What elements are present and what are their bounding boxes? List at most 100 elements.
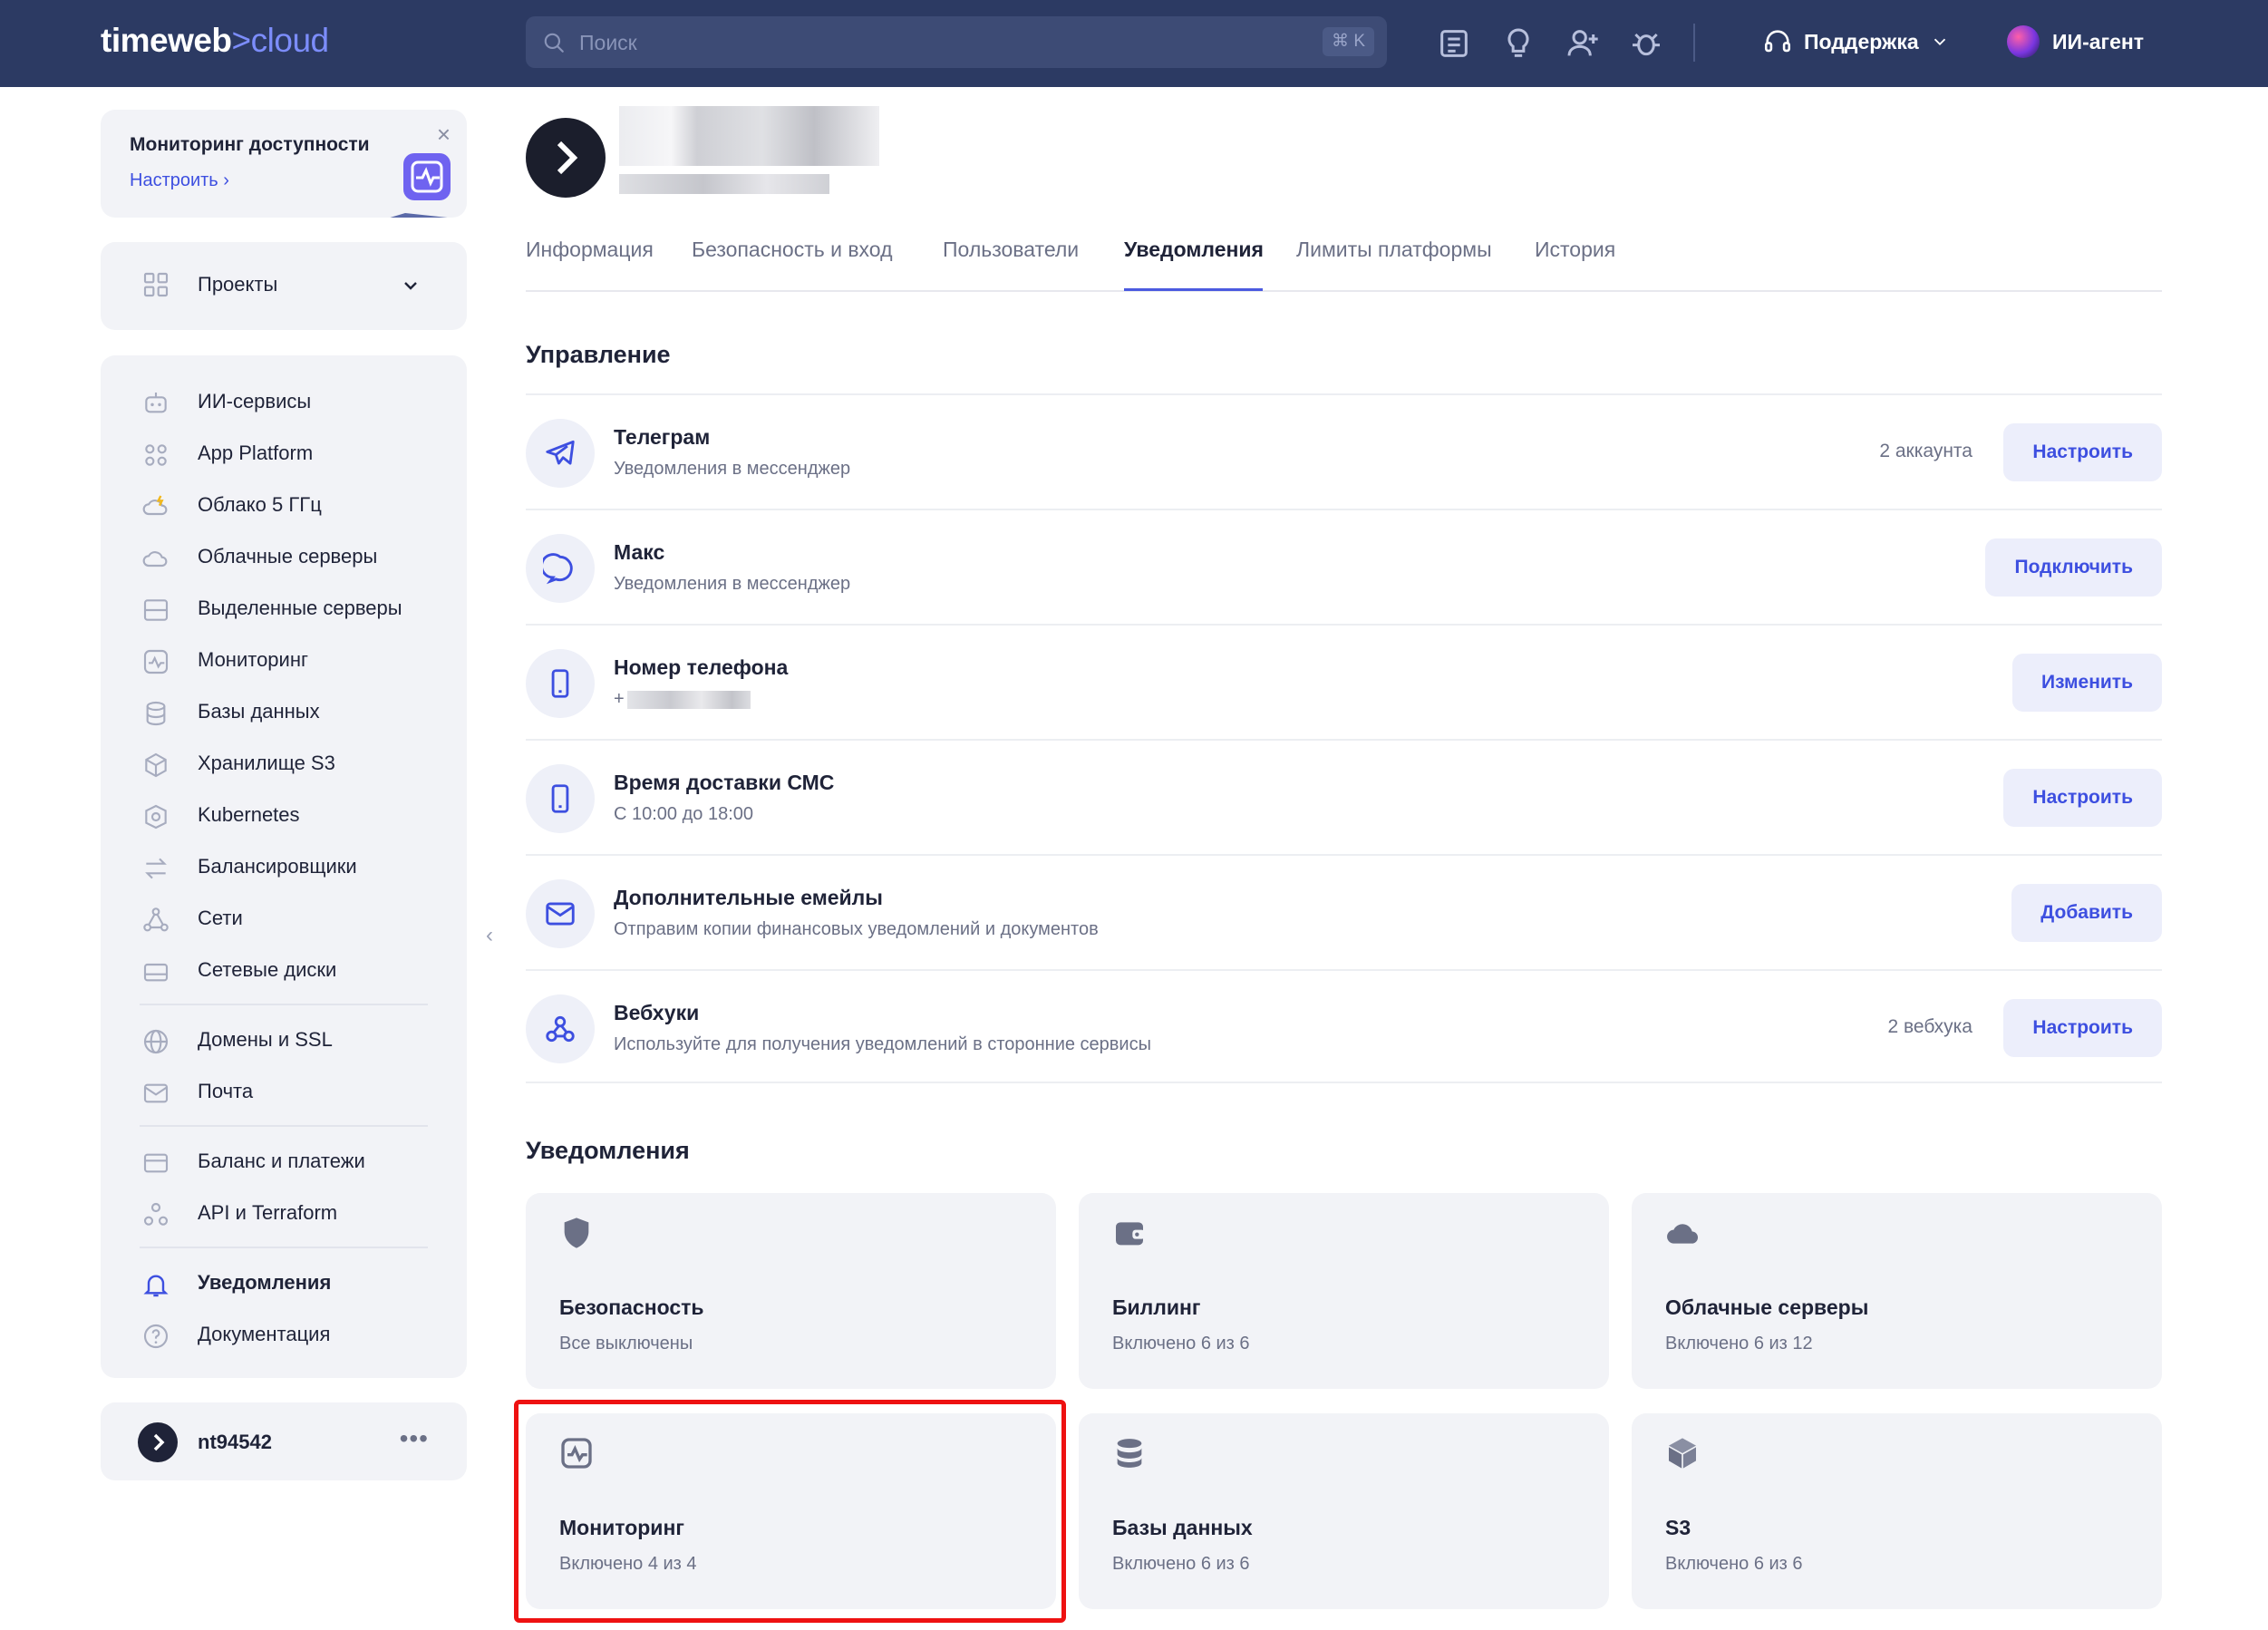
box-icon (1669, 1438, 1696, 1469)
search-input[interactable]: Поиск ⌘ K (526, 16, 1387, 68)
tile-cloud-servers[interactable]: Облачные серверы Включено 6 из 12 (1632, 1193, 2162, 1389)
sidebar-item-api[interactable]: API и Terraform (101, 1189, 467, 1235)
support-label: Поддержка (1804, 29, 1919, 53)
support-menu[interactable]: Поддержка (1762, 24, 1950, 60)
tile-title: Облачные серверы (1665, 1295, 1869, 1319)
cloud-bolt-icon (142, 495, 168, 516)
sidebar-item-mail[interactable]: Почта (101, 1068, 467, 1113)
sidebar-item-cloud-5ghz[interactable]: Облако 5 ГГц (101, 481, 467, 527)
row-title: Телеграм (614, 425, 711, 449)
tab-history[interactable]: История (1535, 238, 1615, 262)
telegram-configure-button[interactable]: Настроить (2003, 423, 2162, 481)
collapse-sidebar-icon[interactable]: ‹ (486, 923, 493, 948)
max-connect-button[interactable]: Подключить (1985, 538, 2162, 597)
add-user-icon[interactable] (1565, 25, 1601, 62)
row-title: Вебхуки (614, 1001, 700, 1024)
phone-change-button[interactable]: Изменить (2011, 654, 2162, 712)
account-card[interactable]: nt94542 ••• (101, 1402, 467, 1480)
mail-icon (143, 1083, 169, 1103)
grid-icon (143, 272, 169, 297)
sidebar-item-s3[interactable]: Хранилище S3 (101, 740, 467, 785)
sidebar-item-label: Баланс и платежи (198, 1150, 365, 1172)
phone-number-redacted (627, 691, 751, 709)
webhook-icon (526, 994, 595, 1063)
headset-icon (1764, 30, 1791, 53)
sidebar-item-label: Облако 5 ГГц (198, 493, 322, 516)
sidebar-item-label: Уведомления (198, 1271, 332, 1294)
row-webhooks: Вебхуки Используйте для получения уведом… (526, 969, 2162, 1083)
projects-dropdown[interactable]: Проекты (101, 242, 467, 330)
row-subtitle: С 10:00 до 18:00 (614, 804, 754, 824)
sidebar-item-monitoring[interactable]: Мониторинг (101, 636, 467, 682)
row-subtitle: Уведомления в мессенджер (614, 574, 851, 594)
server-icon (143, 599, 169, 621)
more-icon[interactable]: ••• (400, 1424, 429, 1453)
avatar (138, 1422, 178, 1462)
sidebar-item-label: Облачные серверы (198, 545, 378, 568)
promo-link[interactable]: Настроить › (130, 170, 229, 191)
row-subtitle: Уведомления в мессенджер (614, 459, 851, 479)
logo[interactable]: timeweb>cloud (101, 22, 329, 60)
network-icon (143, 907, 169, 932)
row-title: Дополнительные емейлы (614, 886, 883, 909)
highlight-box (514, 1400, 1066, 1623)
sidebar-item-databases[interactable]: Базы данных (101, 688, 467, 733)
tab-platform-limits[interactable]: Лимиты платформы (1296, 238, 1492, 262)
tab-notifications[interactable]: Уведомления (1124, 238, 1264, 262)
sidebar-item-networks[interactable]: Сети (101, 895, 467, 940)
ai-agent-label: ИИ-агент (2052, 29, 2145, 53)
tile-security[interactable]: Безопасность Все выключены (526, 1193, 1056, 1389)
webhooks-configure-button[interactable]: Настроить (2003, 999, 2162, 1057)
sidebar-item-docs[interactable]: Документация (101, 1311, 467, 1356)
shield-icon (564, 1218, 589, 1248)
account-avatar (526, 118, 606, 198)
sidebar-item-balancers[interactable]: Балансировщики (101, 843, 467, 888)
sidebar-item-domains[interactable]: Домены и SSL (101, 1016, 467, 1062)
sidebar-item-app-platform[interactable]: App Platform (101, 430, 467, 475)
sms-time-configure-button[interactable]: Настроить (2003, 769, 2162, 827)
ai-agent-avatar (2007, 25, 2040, 58)
search-shortcut: ⌘ K (1323, 27, 1374, 56)
tile-title: Безопасность (559, 1295, 704, 1319)
tile-status: Включено 6 из 6 (1112, 1554, 1250, 1574)
kubernetes-icon (145, 804, 167, 830)
account-name-redacted (619, 106, 879, 166)
sidebar-item-label: App Platform (198, 441, 314, 464)
bug-icon[interactable] (1628, 25, 1664, 62)
row-title: Время доставки СМС (614, 771, 835, 794)
tile-databases[interactable]: Базы данных Включено 6 из 6 (1079, 1413, 1609, 1609)
tile-billing[interactable]: Биллинг Включено 6 из 6 (1079, 1193, 1609, 1389)
promo-card: Мониторинг доступности Настроить › × (101, 110, 467, 218)
card-icon (143, 1153, 169, 1173)
sidebar-item-cloud-servers[interactable]: Облачные серверы (101, 533, 467, 578)
sidebar-item-dedicated-servers[interactable]: Выделенные серверы (101, 585, 467, 630)
tab-info[interactable]: Информация (526, 238, 654, 262)
tile-s3[interactable]: S3 Включено 6 из 6 (1632, 1413, 2162, 1609)
tab-bar: Информация Безопасность и вход Пользоват… (526, 232, 2162, 292)
monitoring-icon (143, 649, 169, 674)
lightbulb-icon[interactable] (1500, 25, 1536, 62)
ai-agent-button[interactable]: ИИ-агент (2007, 24, 2144, 60)
tile-status: Включено 6 из 6 (1665, 1554, 1803, 1574)
tab-users[interactable]: Пользователи (943, 238, 1079, 262)
row-subtitle: Отправим копии финансовых уведомлений и … (614, 919, 1099, 939)
sidebar-item-notifications[interactable]: Уведомления (101, 1259, 467, 1305)
emails-add-button[interactable]: Добавить (2011, 884, 2162, 942)
cloud-icon (1667, 1224, 1699, 1244)
grid-icon (145, 444, 167, 466)
sidebar-item-network-disks[interactable]: Сетевые диски (101, 946, 467, 992)
row-emails: Дополнительные емейлы Отправим копии фин… (526, 854, 2162, 968)
row-max: Макс Уведомления в мессенджер Подключить (526, 509, 2162, 623)
news-icon[interactable] (1436, 25, 1472, 62)
telegram-icon (526, 419, 595, 488)
sidebar-item-billing[interactable]: Баланс и платежи (101, 1138, 467, 1183)
globe-icon (143, 1029, 169, 1054)
sidebar-item-ai-services[interactable]: ИИ-сервисы (101, 378, 467, 423)
projects-label: Проекты (198, 273, 278, 296)
sidebar-item-kubernetes[interactable]: Kubernetes (101, 791, 467, 837)
tab-security[interactable]: Безопасность и вход (692, 238, 893, 262)
row-phone: Номер телефона + Изменить (526, 624, 2162, 738)
chevron-down-icon (404, 282, 417, 290)
sidebar-item-label: Почта (198, 1080, 254, 1102)
close-icon[interactable]: × (437, 121, 451, 149)
